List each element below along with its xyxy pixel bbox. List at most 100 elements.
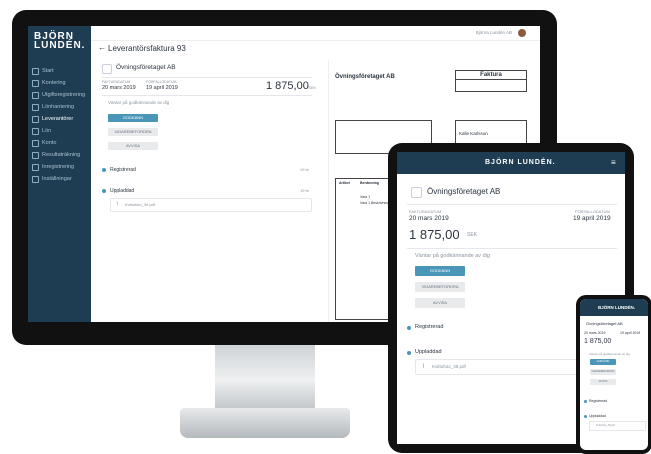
due-date: 19 april 2019 [146, 85, 178, 91]
timeline-registered: Registrerad [589, 399, 608, 403]
people-icon [32, 127, 39, 135]
sidebar-item-kontering[interactable]: Kontering [32, 78, 90, 88]
invoice-row-1: Vara 1 [360, 195, 371, 199]
receipt-icon [32, 91, 39, 99]
sidebar-item-konto[interactable]: Konto [32, 138, 90, 148]
invoice-recipient: Kalle Karlsson [459, 131, 488, 136]
page-title: Leverantörsfaktura 93 [108, 44, 186, 53]
status-text: Väntar på godkännande av dig [108, 100, 170, 105]
upload-icon [32, 163, 39, 171]
invoice-date: 20 mars 2019 [102, 85, 136, 91]
sidebar-item-inregistrering[interactable]: Inregistrering [32, 162, 90, 172]
sidebar: BJÖRN LUNDÉN. Start Kontering Utgiftsreg… [28, 26, 91, 322]
phone-brand: BJÖRN LUNDÉN. [598, 305, 636, 310]
timeline-registered-date: 19 fe [300, 167, 309, 172]
avatar[interactable] [518, 29, 526, 37]
amount-value: 1 875,00 [409, 227, 460, 242]
invoice-date: 20 mars 2019 [409, 215, 449, 222]
ledger-icon [32, 79, 39, 87]
timeline-uploaded: Uppladdad [589, 414, 606, 418]
forward-button[interactable]: VIDAREBEFORDRA [415, 282, 465, 292]
attachment-row[interactable]: Kvittofoto_39.pdf [589, 421, 646, 431]
supplier-name: Övningsföretaget AB [586, 321, 623, 326]
invoice-details-panel: Övningsföretaget AB FAKTURADATUM 20 mars… [94, 60, 320, 322]
timeline-dot [407, 326, 411, 330]
timeline-registered: Registrerad [415, 324, 444, 330]
invoice-date: 20 mars 2019 [584, 331, 606, 335]
sidebar-item-resultat[interactable]: Resultaträkning [32, 150, 90, 160]
tablet-header: BJÖRN LUNDÉN. ≡ [397, 152, 625, 174]
due-date-label: FÖRFALLODATUM [146, 80, 177, 84]
invoice-company: Övningsföretaget AB [335, 74, 395, 80]
top-bar: Björna Lundén AB [91, 26, 540, 41]
timeline-dot [584, 400, 587, 403]
reject-button[interactable]: AVVISA [108, 142, 158, 150]
phone-screen: BJÖRN LUNDÉN. Övningsföretaget AB 20 mar… [580, 299, 648, 450]
sidebar-item-lon[interactable]: Lön [32, 126, 90, 136]
monitor-stand-neck [215, 345, 315, 415]
col-description: Benämning [360, 181, 380, 185]
supplier-name: Övningsföretaget AB [116, 64, 176, 71]
divider [102, 77, 312, 78]
amount-value: 1 875,00 [266, 80, 309, 92]
approve-button[interactable]: GODKÄNN [108, 114, 158, 122]
back-arrow-icon[interactable]: ← [98, 43, 106, 52]
approve-button[interactable]: GODKÄNN [590, 359, 616, 365]
divider [407, 248, 617, 249]
amount-value: 1 875,00 [584, 338, 612, 345]
invoice-header: Faktura [456, 71, 526, 80]
invoice-row-2: Vara 1 Beskrivning [360, 201, 390, 205]
timeline-uploaded: Uppladdad [415, 349, 442, 355]
invoice-header-box: Faktura [455, 70, 527, 92]
forward-button[interactable]: VIDAREBEFORDRA [590, 369, 616, 375]
supplier-name: Övningsföretaget AB [427, 187, 501, 196]
timeline-dot [102, 168, 106, 172]
sidebar-item-installningar[interactable]: Inställningar [32, 174, 90, 184]
attachment-name: Kvittofoto_39.pdf [596, 424, 615, 427]
attachment-name: Kvittofoto_39.pdf [432, 364, 466, 369]
menu-icon[interactable]: ≡ [611, 158, 616, 167]
truck-icon [32, 115, 39, 123]
due-date: 19 april 2019 [573, 215, 611, 222]
wallet-icon [32, 103, 39, 111]
status-text: Väntar på godkännande av dig [589, 352, 630, 356]
amount-currency: SEK [308, 85, 317, 90]
supplier-icon [411, 187, 422, 198]
reject-button[interactable]: AVVISA [590, 379, 616, 385]
timeline-registered: Registrerad [110, 167, 136, 173]
timeline-uploaded: Uppladdad [110, 188, 135, 194]
gear-icon [32, 175, 39, 183]
supplier-icon [102, 64, 112, 74]
due-date-label: FÖRFALLODATUM [575, 209, 610, 214]
brand-logo: BJÖRN LUNDÉN. [34, 32, 86, 51]
sidebar-item-lonhantering[interactable]: Lönhantering [32, 102, 90, 112]
forward-button[interactable]: VIDAREBEFORDRA [108, 128, 158, 136]
sidebar-item-start[interactable]: Start [32, 66, 90, 76]
invoice-date-label: FAKTURADATUM [102, 80, 131, 84]
due-date: 19 april 2019 [620, 331, 641, 335]
sidebar-item-utgift[interactable]: Utgiftsregistrering [32, 90, 90, 100]
status-text: Väntar på godkännande av dig [415, 253, 490, 259]
tablet-brand: BJÖRN LUNDÉN. [485, 159, 556, 166]
timeline-uploaded-date: 19 fe [300, 188, 309, 193]
brand-line-2: LUNDÉN. [34, 40, 86, 51]
sidebar-item-leverantorer[interactable]: Leverantörer [32, 114, 90, 124]
attachment-row[interactable]: ⌇ Kvittofoto_39.pdf [110, 198, 312, 212]
user-menu[interactable]: Björna Lundén AB [476, 30, 512, 35]
bank-icon [32, 139, 39, 147]
chart-icon [32, 151, 39, 159]
divider [407, 204, 617, 205]
reject-button[interactable]: AVVISA [415, 298, 465, 308]
invoice-date-label: FAKTURADATUM [409, 209, 442, 214]
approve-button[interactable]: GODKÄNN [415, 266, 465, 276]
timeline-dot [102, 189, 106, 193]
paperclip-icon: ⌇ [116, 201, 119, 207]
paperclip-icon: ⌇ [422, 364, 425, 370]
divider [102, 95, 312, 96]
timeline-dot [584, 415, 587, 418]
amount-currency: SEK [467, 232, 478, 238]
home-icon [32, 67, 39, 75]
timeline-dot [407, 351, 411, 355]
monitor-stand-base [180, 408, 350, 438]
col-article: Artikel [339, 181, 350, 185]
